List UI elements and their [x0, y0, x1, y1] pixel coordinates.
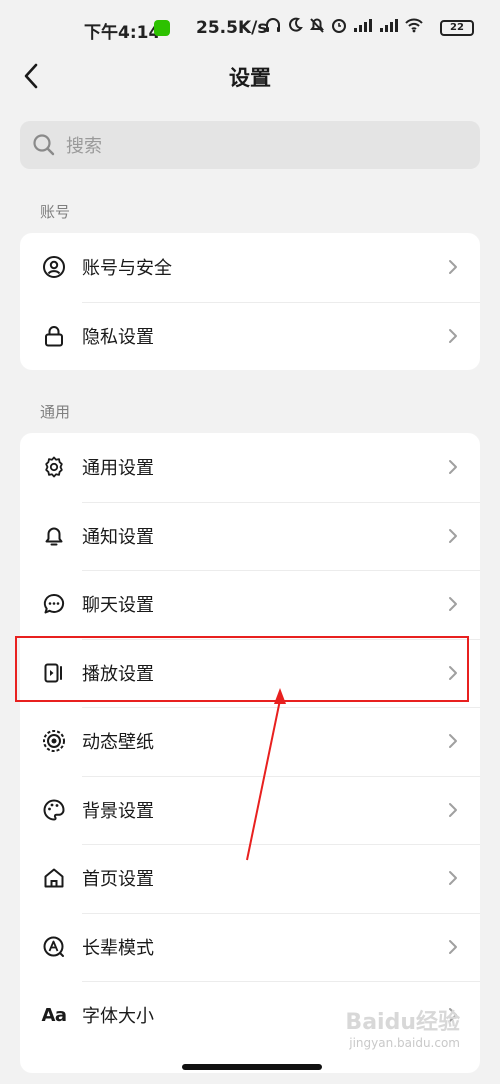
wifi-icon: [405, 18, 423, 33]
chat-bubble-icon: [42, 592, 66, 616]
settings-item-privacy[interactable]: 隐私设置: [20, 301, 480, 371]
chevron-right-icon: [449, 260, 457, 274]
settings-item-homepage[interactable]: 首页设置: [20, 844, 480, 913]
chevron-right-icon: [449, 328, 457, 343]
chevron-right-icon: [449, 871, 457, 885]
settings-item-label: 通用设置: [82, 458, 154, 480]
chevron-right-icon: [449, 460, 457, 474]
settings-item-label: 播放设置: [82, 663, 154, 685]
alarm-icon: [332, 19, 346, 33]
chevron-right-icon: [449, 939, 457, 954]
chevron-right-icon: [449, 597, 457, 611]
search-placeholder: 搜索: [66, 136, 102, 157]
chevron-right-icon: [449, 528, 457, 543]
settings-item-chat[interactable]: 聊天设置: [20, 570, 480, 639]
settings-item-account-security[interactable]: 账号与安全: [20, 233, 480, 302]
user-circle-icon: [42, 255, 66, 279]
settings-item-label: 账号与安全: [82, 258, 172, 280]
palette-icon: [42, 798, 66, 822]
lock-icon: [42, 324, 66, 348]
settings-item-label: 聊天设置: [82, 595, 154, 617]
section-label-account: 账号: [40, 203, 71, 221]
settings-item-label: 字体大小: [82, 1006, 154, 1028]
live-wallpaper-icon: [42, 729, 66, 753]
settings-item-label: 通知设置: [82, 526, 154, 548]
status-icons: [264, 16, 424, 34]
account-card: 账号与安全 隐私设置: [20, 233, 480, 370]
settings-item-playback[interactable]: 播放设置: [20, 638, 480, 708]
settings-item-elder-mode[interactable]: 长辈模式: [20, 912, 480, 982]
elder-mode-icon: [42, 935, 66, 959]
search-input[interactable]: 搜索: [20, 121, 480, 169]
settings-item-background[interactable]: 背景设置: [20, 775, 480, 845]
settings-item-notifications[interactable]: 通知设置: [20, 501, 480, 571]
settings-item-label: 隐私设置: [82, 326, 154, 348]
watermark-url: jingyan.baidu.com: [349, 1036, 460, 1050]
status-time: 下午4:14: [84, 23, 161, 43]
wechat-notification-icon: [154, 20, 170, 36]
chevron-right-icon: [449, 802, 457, 817]
chevron-right-icon: [449, 734, 457, 748]
network-speed: 25.5K/s: [196, 18, 268, 38]
settings-item-label: 动态壁纸: [82, 732, 154, 754]
status-bar: 下午4:14 25.5K/s 22: [0, 0, 500, 56]
signal-icon: [354, 19, 372, 32]
watermark: Baidu经验 jingyan.baidu.com: [345, 1004, 460, 1050]
settings-item-label: 首页设置: [82, 869, 154, 891]
search-icon: [33, 134, 55, 156]
battery-indicator: 22: [440, 20, 474, 36]
settings-item-label: 长辈模式: [82, 937, 154, 959]
font-size-icon: Aa: [41, 1003, 67, 1027]
home-icon: [42, 866, 66, 890]
gear-icon: [42, 455, 66, 479]
settings-item-live-wallpaper[interactable]: 动态壁纸: [20, 707, 480, 776]
section-label-general: 通用: [40, 403, 71, 421]
home-indicator[interactable]: [182, 1064, 322, 1070]
bell-icon: [42, 524, 66, 548]
settings-item-general[interactable]: 通用设置: [20, 433, 480, 502]
moon-icon: [289, 17, 303, 32]
chevron-right-icon: [449, 665, 457, 680]
signal-icon-2: [380, 19, 398, 32]
page-title: 设置: [229, 66, 271, 90]
play-device-icon: [42, 661, 66, 685]
headphones-icon: [266, 18, 280, 32]
watermark-brand: Baidu经验: [345, 1010, 460, 1035]
settings-item-label: 背景设置: [82, 800, 154, 822]
general-card: 通用设置 通知设置 聊天设置 播放设置 动态壁纸 背景设置 首页设置 长辈模式 …: [20, 433, 480, 1073]
nav-bar: 设置: [0, 56, 500, 96]
mute-bell-icon: [310, 18, 324, 33]
font-size-glyph: Aa: [41, 1004, 67, 1026]
